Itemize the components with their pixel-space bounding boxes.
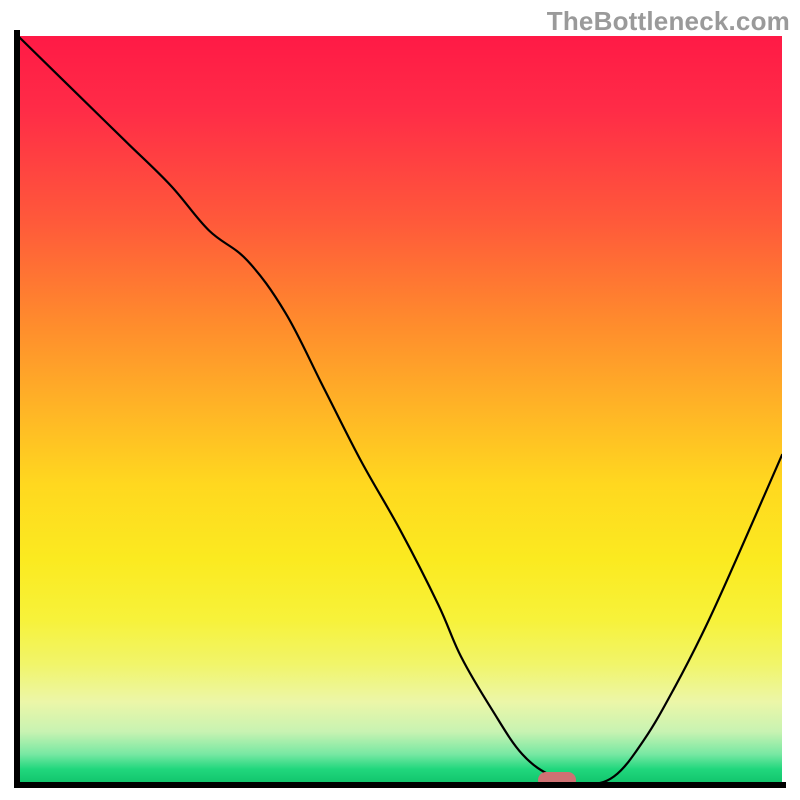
bottleneck-curve bbox=[18, 36, 782, 784]
bottleneck-curve-path bbox=[18, 36, 782, 784]
x-axis bbox=[14, 782, 786, 788]
y-axis bbox=[14, 30, 20, 788]
chart-container: TheBottleneck.com bbox=[0, 0, 800, 800]
watermark-text: TheBottleneck.com bbox=[547, 6, 790, 37]
